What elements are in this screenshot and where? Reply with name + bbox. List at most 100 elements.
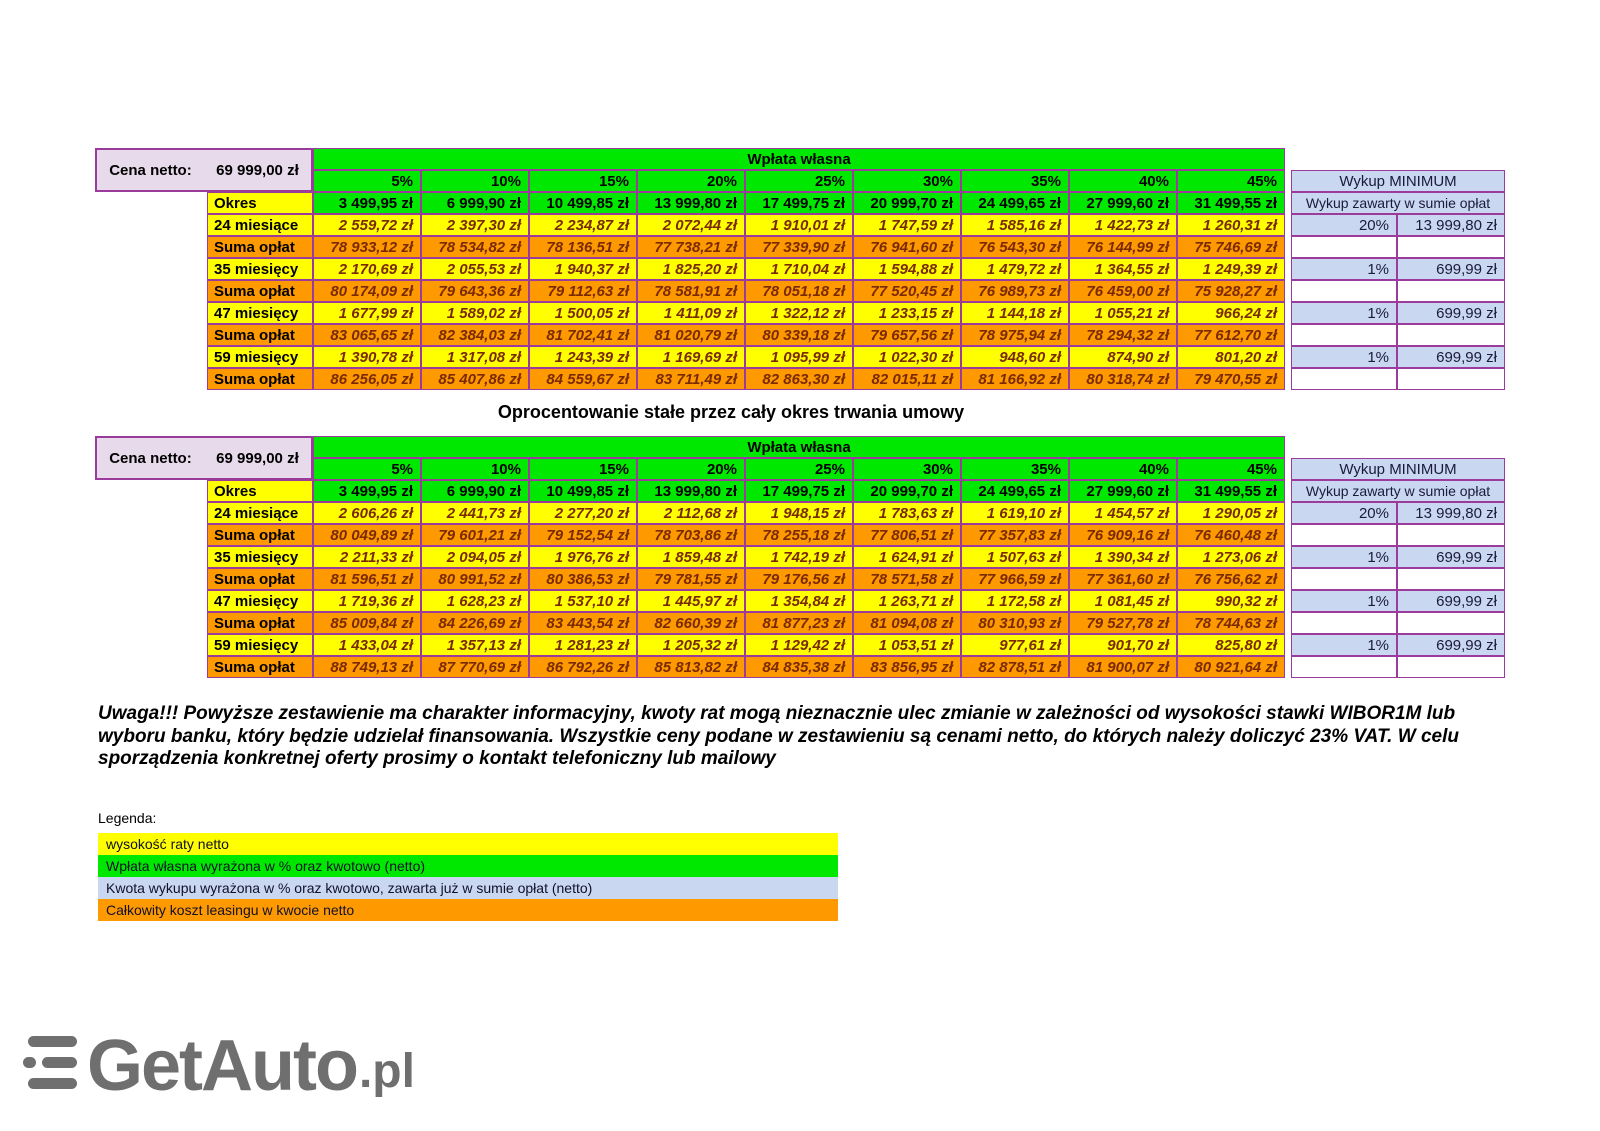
percent-header: 20% <box>637 458 745 480</box>
sum-cell: 79 527,78 zł <box>1069 612 1177 634</box>
period-label: 47 miesięcy <box>207 590 313 612</box>
rate-cell: 1 742,19 zł <box>745 546 853 568</box>
wykup-empty-cell <box>1397 280 1505 302</box>
rate-cell: 1 479,72 zł <box>961 258 1069 280</box>
wplata-amount-cell: 3 499,95 zł <box>313 480 421 502</box>
rate-cell: 1 454,57 zł <box>1069 502 1177 524</box>
rate-cell: 2 055,53 zł <box>421 258 529 280</box>
sum-cell: 77 361,60 zł <box>1069 568 1177 590</box>
wplata-amount-cell: 3 499,95 zł <box>313 192 421 214</box>
wplata-amount-cell: 10 499,85 zł <box>529 480 637 502</box>
rate-cell: 1 507,63 zł <box>961 546 1069 568</box>
rate-cell: 1 422,73 zł <box>1069 214 1177 236</box>
sum-cell: 82 863,30 zł <box>745 368 853 390</box>
sum-cell: 80 921,64 zł <box>1177 656 1285 678</box>
cena-netto-box: Cena netto: 69 999,00 zł <box>95 436 313 480</box>
rate-cell: 1 263,71 zł <box>853 590 961 612</box>
sum-cell: 85 407,86 zł <box>421 368 529 390</box>
cena-netto-value: 69 999,00 zł <box>216 162 299 179</box>
sum-cell: 76 460,48 zł <box>1177 524 1285 546</box>
percent-header: 35% <box>961 458 1069 480</box>
rate-cell: 1 710,04 zł <box>745 258 853 280</box>
wykup-empty-cell <box>1291 280 1397 302</box>
okres-label: Okres <box>207 480 313 502</box>
cena-netto-value: 69 999,00 zł <box>216 450 299 467</box>
period-label: 24 miesiące <box>207 502 313 524</box>
wplata-amount-cell: 13 999,80 zł <box>637 480 745 502</box>
sum-cell: 78 703,86 zł <box>637 524 745 546</box>
sum-cell: 86 256,05 zł <box>313 368 421 390</box>
logo-bar-middle <box>42 1057 77 1068</box>
sum-cell: 81 020,79 zł <box>637 324 745 346</box>
sum-cell: 76 941,60 zł <box>853 236 961 258</box>
wykup-minimum-header: Wykup MINIMUM <box>1291 170 1505 192</box>
logo-suffix: .pl <box>359 1049 415 1095</box>
rate-cell: 1 628,23 zł <box>421 590 529 612</box>
rate-cell: 1 095,99 zł <box>745 346 853 368</box>
rate-cell: 2 170,69 zł <box>313 258 421 280</box>
sum-label: Suma opłat <box>207 568 313 590</box>
sum-cell: 80 991,52 zł <box>421 568 529 590</box>
cena-netto-label: Cena netto: <box>109 450 192 467</box>
rate-cell: 2 211,33 zł <box>313 546 421 568</box>
wykup-empty-cell <box>1397 568 1505 590</box>
sum-cell: 75 746,69 zł <box>1177 236 1285 258</box>
sum-cell: 87 770,69 zł <box>421 656 529 678</box>
wykup-amount-cell: 699,99 zł <box>1397 258 1505 280</box>
wykup-amount-cell: 13 999,80 zł <box>1397 214 1505 236</box>
sum-cell: 76 543,30 zł <box>961 236 1069 258</box>
wykup-percent-cell: 1% <box>1291 302 1397 324</box>
wykup-subheader: Wykup zawarty w sumie opłat <box>1291 480 1505 502</box>
sum-cell: 78 534,82 zł <box>421 236 529 258</box>
period-label: 24 miesiące <box>207 214 313 236</box>
rate-cell: 1 364,55 zł <box>1069 258 1177 280</box>
sum-cell: 77 738,21 zł <box>637 236 745 258</box>
rate-cell: 1 940,37 zł <box>529 258 637 280</box>
wykup-percent-cell: 1% <box>1291 546 1397 568</box>
rate-cell: 1 129,42 zł <box>745 634 853 656</box>
sum-cell: 78 136,51 zł <box>529 236 637 258</box>
rate-cell: 1 233,15 zł <box>853 302 961 324</box>
getauto-logo: GetAuto .pl <box>23 1036 415 1095</box>
wykup-empty-cell <box>1291 612 1397 634</box>
sum-cell: 86 792,26 zł <box>529 656 637 678</box>
rate-cell: 2 277,20 zł <box>529 502 637 524</box>
rate-cell: 2 606,26 zł <box>313 502 421 524</box>
rate-cell: 2 094,05 zł <box>421 546 529 568</box>
disclaimer-note: Uwaga!!! Powyższe zestawienie ma charakt… <box>98 703 1486 771</box>
sum-label: Suma opłat <box>207 324 313 346</box>
rate-cell: 977,61 zł <box>961 634 1069 656</box>
wykup-empty-cell <box>1291 236 1397 258</box>
wykup-subheader: Wykup zawarty w sumie opłat <box>1291 192 1505 214</box>
wykup-empty-cell <box>1291 324 1397 346</box>
rate-cell: 1 055,21 zł <box>1069 302 1177 324</box>
sum-cell: 77 806,51 zł <box>853 524 961 546</box>
percent-header: 30% <box>853 170 961 192</box>
rate-cell: 2 072,44 zł <box>637 214 745 236</box>
rate-cell: 1 500,05 zł <box>529 302 637 324</box>
rate-cell: 1 169,69 zł <box>637 346 745 368</box>
wykup-amount-cell: 699,99 zł <box>1397 302 1505 324</box>
wplata-amount-cell: 6 999,90 zł <box>421 480 529 502</box>
wykup-percent-cell: 20% <box>1291 214 1397 236</box>
rate-cell: 2 112,68 zł <box>637 502 745 524</box>
rate-cell: 1 910,01 zł <box>745 214 853 236</box>
sum-label: Suma opłat <box>207 524 313 546</box>
rate-cell: 1 747,59 zł <box>853 214 961 236</box>
wykup-amount-cell: 13 999,80 zł <box>1397 502 1505 524</box>
wykup-percent-cell: 1% <box>1291 258 1397 280</box>
rate-cell: 1 354,84 zł <box>745 590 853 612</box>
rate-cell: 901,70 zł <box>1069 634 1177 656</box>
rate-cell: 966,24 zł <box>1177 302 1285 324</box>
rate-cell: 1 172,58 zł <box>961 590 1069 612</box>
sum-label: Suma opłat <box>207 280 313 302</box>
sum-cell: 79 470,55 zł <box>1177 368 1285 390</box>
rate-cell: 1 273,06 zł <box>1177 546 1285 568</box>
rate-cell: 2 234,87 zł <box>529 214 637 236</box>
sum-cell: 80 049,89 zł <box>313 524 421 546</box>
rate-cell: 2 559,72 zł <box>313 214 421 236</box>
wykup-empty-cell <box>1291 568 1397 590</box>
rate-cell: 1 619,10 zł <box>961 502 1069 524</box>
rate-cell: 2 441,73 zł <box>421 502 529 524</box>
sum-cell: 82 660,39 zł <box>637 612 745 634</box>
